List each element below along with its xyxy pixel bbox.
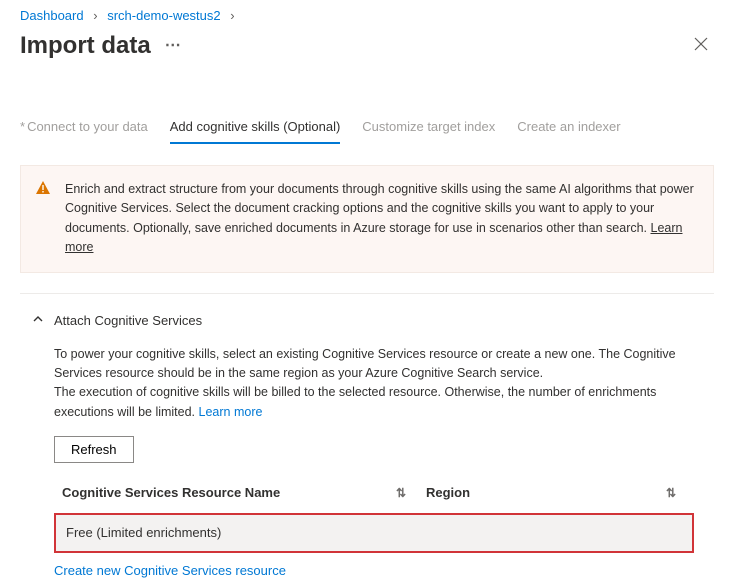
section-attach-cognitive: Attach Cognitive Services To power your … [20,310,714,582]
tab-customize[interactable]: Customize target index [362,119,495,144]
chevron-up-icon [32,313,44,328]
section-toggle[interactable]: Attach Cognitive Services [20,310,714,331]
breadcrumb: Dashboard › srch-demo-westus2 › [0,0,734,27]
close-icon [694,37,708,51]
page-title: Import data ⋯ [20,32,181,60]
divider [20,293,714,294]
table-row[interactable]: Free (Limited enrichments) [54,513,694,553]
banner-text: Enrich and extract structure from your d… [65,182,694,235]
info-banner: Enrich and extract structure from your d… [20,165,714,273]
create-resource-link[interactable]: Create new Cognitive Services resource [54,561,286,581]
sort-icon: ⇅ [666,484,676,503]
table-header: Cognitive Services Resource Name ⇅ Regio… [54,477,694,509]
table-cell-name: Free (Limited enrichments) [66,525,221,540]
section-title: Attach Cognitive Services [54,313,202,328]
chevron-right-icon: › [93,8,97,23]
breadcrumb-service[interactable]: srch-demo-westus2 [107,8,220,23]
more-icon[interactable]: ⋯ [165,38,181,54]
tab-connect[interactable]: *Connect to your data [20,119,148,144]
section-description-2: The execution of cognitive skills will b… [54,383,694,422]
section-body: To power your cognitive skills, select a… [20,331,714,582]
chevron-right-icon: › [230,8,234,23]
page-header: Import data ⋯ [0,27,734,71]
breadcrumb-dashboard[interactable]: Dashboard [20,8,84,23]
column-header-name-label: Cognitive Services Resource Name [62,483,280,503]
refresh-button[interactable]: Refresh [54,436,134,463]
column-header-region-label: Region [426,483,470,503]
wizard-tabs: *Connect to your data Add cognitive skil… [0,71,734,145]
tab-cognitive[interactable]: Add cognitive skills (Optional) [170,119,341,144]
column-header-region[interactable]: Region ⇅ [426,483,686,503]
section-description-1: To power your cognitive skills, select a… [54,345,694,384]
close-button[interactable] [688,31,714,61]
sort-icon: ⇅ [396,484,406,503]
section-learn-more-link[interactable]: Learn more [199,405,263,419]
resources-table: Cognitive Services Resource Name ⇅ Regio… [54,477,694,553]
tab-indexer[interactable]: Create an indexer [517,119,620,144]
warning-icon [35,180,51,196]
column-header-name[interactable]: Cognitive Services Resource Name ⇅ [62,483,426,503]
page-title-text: Import data [20,32,151,60]
